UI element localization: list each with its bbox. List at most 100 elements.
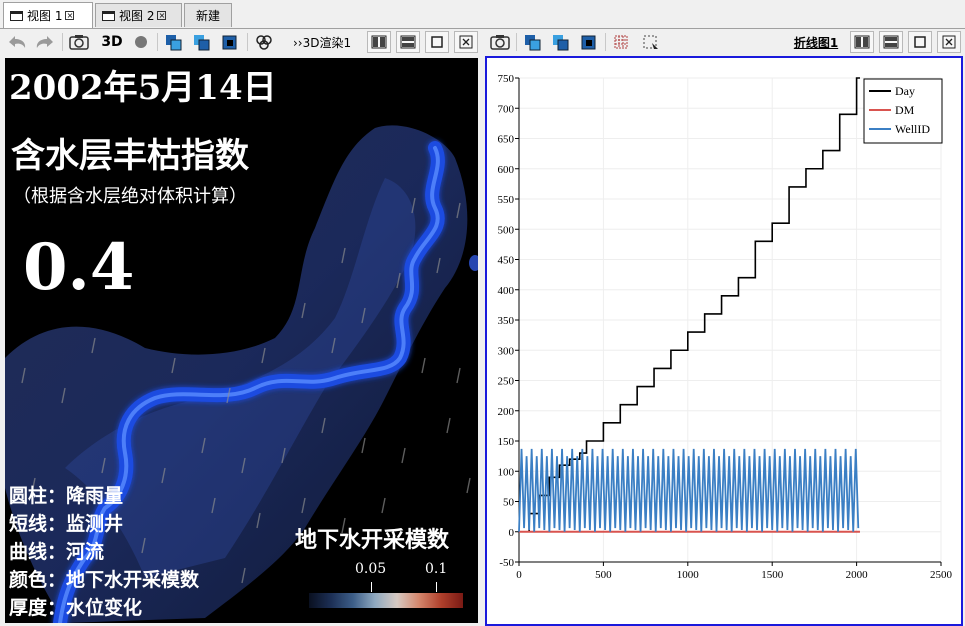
close-view-button[interactable] xyxy=(454,31,478,53)
legend-entry: Day xyxy=(895,84,915,98)
tab-view-2[interactable]: 视图 2 × xyxy=(95,3,182,27)
maximize-button[interactable] xyxy=(425,31,449,53)
close-icon xyxy=(459,35,473,49)
close-icon xyxy=(942,35,956,49)
3d-toggle-button[interactable]: 3D xyxy=(97,31,127,53)
index-title: 含水层丰枯指数 xyxy=(11,136,249,176)
chart-maximize-button[interactable] xyxy=(908,31,932,53)
tab-bar: 视图 1 × 视图 2 × 新建 xyxy=(0,0,965,29)
render-view-label[interactable]: ››3D渲染1 xyxy=(293,31,359,53)
close-icon[interactable]: × xyxy=(157,11,167,20)
colorbar xyxy=(309,593,463,608)
layers-icon xyxy=(166,35,182,51)
index-value: 0.4 xyxy=(23,230,135,305)
close-icon[interactable]: × xyxy=(65,11,75,20)
tab-label: 视图 1 xyxy=(27,9,63,23)
line-chart-view[interactable]: 0 500 1000 1500 2000 2500 -50 0 50 100 150 200 250 30… xyxy=(485,56,963,626)
separator xyxy=(605,33,606,51)
layer-button-1[interactable] xyxy=(161,31,187,53)
sphere-button[interactable] xyxy=(129,31,153,53)
layers-icon xyxy=(194,35,210,51)
x-tick-label: 500 xyxy=(595,569,612,581)
y-tick-label: 500 xyxy=(498,224,515,236)
undo-button[interactable] xyxy=(4,31,30,53)
colorbar-tick-mark-2 xyxy=(436,582,437,592)
chart-split-vertical-button[interactable] xyxy=(879,31,903,53)
maximize-icon xyxy=(914,36,926,48)
region-select-icon xyxy=(643,35,658,49)
chart-snapshot-button[interactable] xyxy=(487,31,513,53)
split-v-icon xyxy=(883,35,899,49)
chart-label: 折线图1 xyxy=(793,35,839,50)
maximize-icon xyxy=(431,36,443,48)
separator xyxy=(247,33,248,51)
x-tick-label: 1000 xyxy=(677,569,700,581)
layers-icon xyxy=(553,35,569,51)
y-tick-label: -50 xyxy=(499,557,514,569)
x-tick-label: 1500 xyxy=(761,569,784,581)
render-3d-view[interactable]: 2002年5月14日 含水层丰枯指数 （根据含水层绝对体积计算） 0.4 圆柱：… xyxy=(5,58,478,623)
window-icon xyxy=(102,10,115,21)
tab-new[interactable]: 新建 xyxy=(184,3,232,27)
y-tick-label: 100 xyxy=(498,466,515,478)
grid-select-icon xyxy=(614,35,628,49)
redo-button[interactable] xyxy=(32,31,58,53)
region-select-button[interactable] xyxy=(638,31,664,53)
layer-button-3[interactable] xyxy=(217,31,243,53)
y-tick-label: 350 xyxy=(498,315,515,327)
split-h-icon xyxy=(371,35,387,49)
camera-icon xyxy=(69,35,89,50)
colorbar-tick-mark-1 xyxy=(371,582,372,592)
tab-label: 视图 2 xyxy=(119,9,155,23)
colorbar-tick-1: 0.05 xyxy=(355,561,387,577)
undo-icon xyxy=(9,36,26,48)
colorbar-title: 地下水开采模数 xyxy=(295,527,450,553)
chart-close-view-button[interactable] xyxy=(937,31,961,53)
grid-select-button[interactable] xyxy=(609,31,635,53)
x-tick-label: 2500 xyxy=(930,569,953,581)
sphere-icon xyxy=(135,36,147,48)
legend-line-color: 颜色：地下水开采模数 xyxy=(9,569,200,591)
chart-split-horizontal-button[interactable] xyxy=(850,31,874,53)
split-horizontal-button[interactable] xyxy=(367,31,391,53)
toolbar: 3D ››3D渲染1 折线图1 xyxy=(0,29,965,56)
chart-view-label[interactable]: 折线图1 xyxy=(790,31,842,53)
split-vertical-button[interactable] xyxy=(396,31,420,53)
legend-entry: WellID xyxy=(895,122,930,136)
tab-view-1[interactable]: 视图 1 × xyxy=(3,2,93,28)
chart-layer-button-1[interactable] xyxy=(520,31,546,53)
y-tick-label: 200 xyxy=(498,406,515,418)
y-tick-label: 150 xyxy=(498,436,515,448)
y-tick-label: 700 xyxy=(498,103,515,115)
index-subtitle: （根据含水层绝对体积计算） xyxy=(13,186,247,207)
separator xyxy=(157,33,158,51)
layers-icon xyxy=(581,35,596,50)
rings-icon xyxy=(256,35,272,50)
separator xyxy=(516,33,517,51)
y-tick-label: 0 xyxy=(509,527,515,539)
layers-icon xyxy=(525,35,541,51)
x-tick-label: 2000 xyxy=(846,569,869,581)
snapshot-button[interactable] xyxy=(66,31,92,53)
line-chart: 0 500 1000 1500 2000 2500-5005010015020025030… xyxy=(498,73,953,581)
layer-button-2[interactable] xyxy=(189,31,215,53)
y-tick-label: 250 xyxy=(498,376,515,388)
legend-entry: DM xyxy=(895,103,915,117)
split-v-icon xyxy=(400,35,416,49)
legend-line-short-line: 短线：监测井 xyxy=(9,513,124,535)
y-tick-label: 550 xyxy=(498,194,515,206)
chart-layer-button-3[interactable] xyxy=(576,31,602,53)
colorbar-tick-2: 0.1 xyxy=(425,561,448,577)
y-tick-label: 650 xyxy=(498,134,515,146)
date-label: 2002年5月14日 xyxy=(9,68,277,108)
tab-label: 新建 xyxy=(195,9,220,23)
window-icon xyxy=(10,10,23,21)
y-tick-label: 300 xyxy=(498,345,515,357)
redo-icon xyxy=(36,36,53,48)
filter-button[interactable] xyxy=(251,31,277,53)
y-tick-label: 450 xyxy=(498,255,515,267)
render-label: ››3D渲染1 xyxy=(293,35,352,50)
separator xyxy=(62,33,63,51)
chart-layer-button-2[interactable] xyxy=(548,31,574,53)
rain-cylinder xyxy=(469,255,478,271)
